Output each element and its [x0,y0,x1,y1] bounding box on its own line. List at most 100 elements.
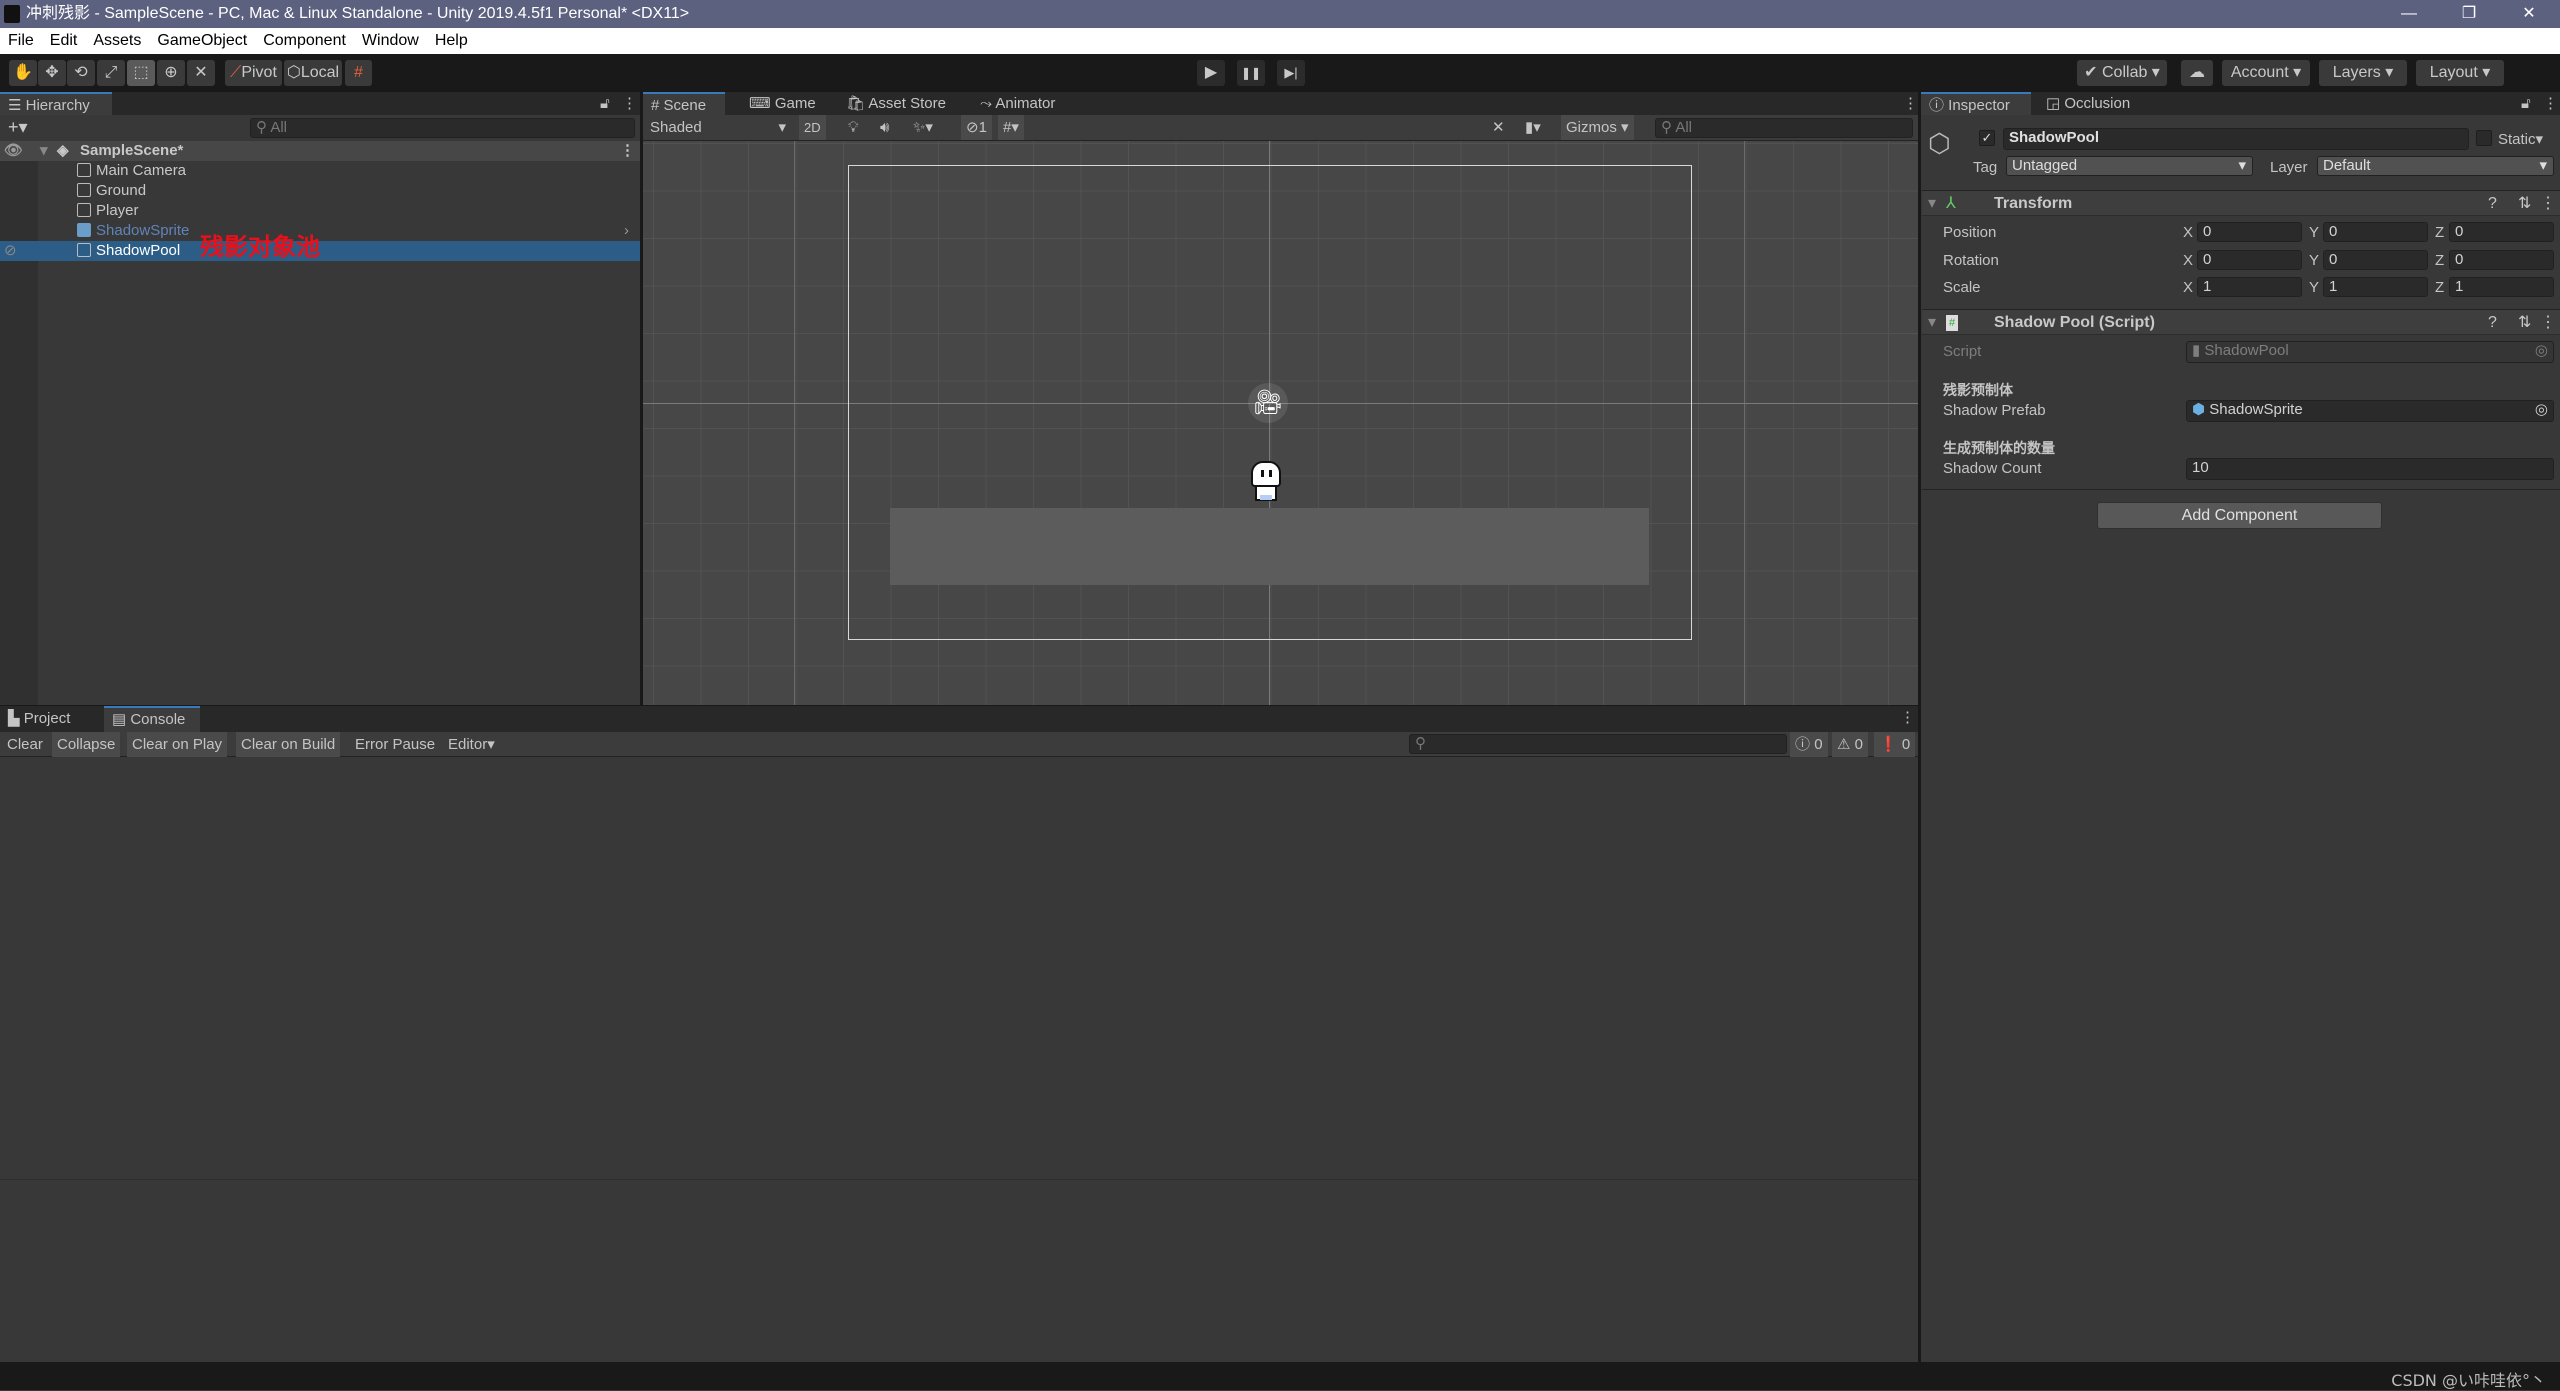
menu-help[interactable]: Help [427,28,476,54]
component-menu-icon[interactable]: ⋮ [2540,310,2556,336]
custom-tool-icon[interactable]: ✕ [187,60,215,86]
static-checkbox[interactable] [2476,130,2492,146]
scale-y-input[interactable]: 1 [2323,277,2428,297]
layers-dropdown[interactable]: Layers ▾ [2319,60,2407,86]
transform-header[interactable]: ▾ ⅄ Transform ? ⇅ ⋮ [1922,190,2560,216]
tab-hierarchy[interactable]: ☰ Hierarchy [0,92,112,115]
object-name-input[interactable]: ShadowPool [2003,128,2469,150]
scene-row[interactable]: 👁︎ ▾ ◈ SampleScene* ⋮ [0,141,640,161]
hierarchy-item[interactable]: ShadowSprite › [0,221,640,241]
account-dropdown[interactable]: Account ▾ [2222,60,2310,86]
menu-edit[interactable]: Edit [42,28,86,54]
shadow-prefab-field[interactable]: ⬢ ShadowSprite ◎ [2186,400,2554,422]
hierarchy-item[interactable]: Player [0,201,640,221]
tag-dropdown[interactable]: Untagged ▾ [2006,156,2253,176]
menu-file[interactable]: File [0,28,42,54]
grid-dropdown-icon[interactable]: #▾ [998,115,1024,140]
more-options-icon[interactable]: ⋮ [2535,92,2560,115]
preset-icon[interactable]: ⇅ [2518,191,2531,217]
foldout-arrow-icon[interactable]: ▾ [1928,191,1936,217]
rect-tool-icon[interactable]: ⬚ [127,60,155,86]
chevron-right-icon[interactable]: › [624,221,629,241]
effects-dropdown-icon[interactable]: ✨︎▾ [908,115,938,140]
tab-project[interactable]: ▙ Project [0,706,78,732]
pause-button[interactable]: ❚❚ [1237,60,1265,86]
hierarchy-item-selected[interactable]: ⊘ ShadowPool 残影对象池 [0,235,640,261]
console-detail-divider[interactable] [0,1179,1918,1180]
static-dropdown[interactable]: Static▾ [2498,130,2543,148]
warning-filter-toggle[interactable]: ⚠ 0 [1832,732,1868,757]
clear-on-build-toggle[interactable]: Clear on Build [236,732,341,757]
layer-dropdown[interactable]: Default ▾ [2317,156,2554,176]
help-icon[interactable]: ? [2488,191,2497,217]
add-button[interactable]: +▾ [8,117,28,138]
gizmos-dropdown[interactable]: Gizmos ▾ [1561,115,1634,140]
info-filter-toggle[interactable]: ⓘ 0 [1790,732,1828,757]
add-component-button[interactable]: Add Component [2097,502,2382,529]
position-z-input[interactable]: 0 [2449,222,2554,242]
tools-icon[interactable]: ✕ [1487,115,1510,140]
hierarchy-item[interactable]: Main Camera [0,161,640,181]
scale-tool-icon[interactable]: ⤢ [97,60,125,86]
position-y-input[interactable]: 0 [2323,222,2428,242]
active-checkbox[interactable]: ✓ [1979,130,1995,146]
hierarchy-item[interactable]: Ground [0,181,640,201]
tab-inspector[interactable]: ⓘ Inspector [1921,92,2031,115]
clear-button[interactable]: Clear [2,732,48,757]
tab-asset-store[interactable]: 🛍︎ Asset Store [838,92,954,115]
tab-scene[interactable]: # Scene [643,92,725,115]
close-button[interactable]: ✕ [2500,0,2558,28]
tab-occlusion[interactable]: ◲ Occlusion [2038,92,2138,115]
component-menu-icon[interactable]: ⋮ [2540,191,2556,217]
object-picker-icon[interactable]: ◎ [2535,401,2548,419]
rotation-z-input[interactable]: 0 [2449,250,2554,270]
grid-snap-icon[interactable]: # [345,60,372,86]
maximize-button[interactable]: ❐ [2440,0,2498,28]
move-tool-icon[interactable]: ✥ [38,60,66,86]
rotation-x-input[interactable]: 0 [2197,250,2302,270]
position-x-input[interactable]: 0 [2197,222,2302,242]
menu-component[interactable]: Component [255,28,354,54]
rotation-y-input[interactable]: 0 [2323,250,2428,270]
scale-x-input[interactable]: 1 [2197,277,2302,297]
hierarchy-search-input[interactable]: ⚲ All [250,118,635,138]
shading-dropdown[interactable]: Shaded ▾ [645,115,790,140]
error-pause-toggle[interactable]: Error Pause [350,732,440,757]
tab-animator[interactable]: ⤳ Animator [972,92,1063,115]
shadow-count-input[interactable]: 10 [2186,458,2554,480]
play-button[interactable]: ▶ [1197,60,1225,86]
rotate-tool-icon[interactable]: ⟲ [67,60,95,86]
shadow-pool-script-header[interactable]: ▾ # Shadow Pool (Script) ? ⇅ ⋮ [1922,309,2560,335]
2d-toggle[interactable]: 2D [799,115,826,140]
hidden-eye-icon[interactable]: ⊘ [4,241,17,261]
cloud-button[interactable]: ☁ [2181,60,2213,86]
hand-tool-icon[interactable]: ✋ [9,60,37,86]
scale-z-input[interactable]: 1 [2449,277,2554,297]
tab-console[interactable]: ▤ Console [104,706,200,732]
ground-sprite[interactable] [890,508,1649,585]
local-toggle[interactable]: ⬡Local [284,60,342,86]
minimize-button[interactable]: — [2380,0,2438,28]
collab-dropdown[interactable]: ✔ Collab ▾ [2077,60,2167,86]
camera-dropdown-icon[interactable]: ▮▾ [1520,115,1546,140]
preset-icon[interactable]: ⇅ [2518,310,2531,336]
scene-viewport[interactable]: 🎥︎ [643,141,1918,705]
editor-dropdown[interactable]: Editor▾ [443,732,500,757]
audio-toggle-icon[interactable]: 🔊︎ [875,115,894,140]
transform-tool-icon[interactable]: ⊕ [157,60,185,86]
step-button[interactable]: ▶| [1277,60,1305,86]
expand-arrow-icon[interactable]: ▾ [40,141,48,161]
clear-on-play-toggle[interactable]: Clear on Play [127,732,228,757]
foldout-arrow-icon[interactable]: ▾ [1928,310,1936,336]
menu-window[interactable]: Window [354,28,427,54]
lighting-toggle-icon[interactable]: 💡︎ [843,115,864,140]
help-icon[interactable]: ? [2488,310,2497,336]
scene-search-input[interactable]: ⚲ All [1655,118,1913,138]
layout-dropdown[interactable]: Layout ▾ [2416,60,2504,86]
console-search-input[interactable]: ⚲ [1409,734,1787,754]
collapse-toggle[interactable]: Collapse [52,732,121,757]
hidden-objects-toggle[interactable]: ⊘1 [961,115,992,140]
player-sprite[interactable] [1249,461,1283,503]
eye-icon[interactable]: 👁︎ [4,141,23,161]
menu-assets[interactable]: Assets [85,28,149,54]
